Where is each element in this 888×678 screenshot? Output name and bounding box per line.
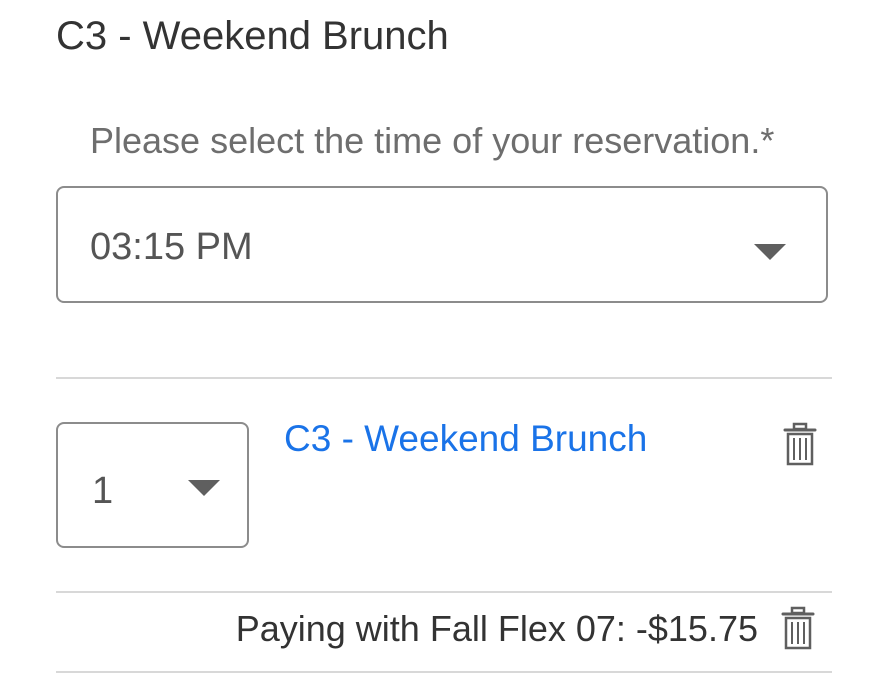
reservation-time-prompt: Please select the time of your reservati… xyxy=(90,120,775,161)
payment-line: Paying with Fall Flex 07: -$15.75 xyxy=(235,608,758,649)
divider xyxy=(56,671,832,673)
reservation-time-select[interactable]: 03:15 PM xyxy=(56,186,828,303)
page-title: C3 - Weekend Brunch xyxy=(56,14,449,58)
quantity-value: 1 xyxy=(92,470,114,512)
selected-time-value: 03:15 PM xyxy=(90,226,253,268)
trash-icon[interactable] xyxy=(780,606,816,650)
quantity-select[interactable]: 1 xyxy=(56,422,249,548)
chevron-down-icon xyxy=(188,480,220,496)
cart-item-link[interactable]: C3 - Weekend Brunch xyxy=(284,414,647,464)
chevron-down-icon xyxy=(754,244,786,260)
divider xyxy=(56,591,832,593)
trash-icon[interactable] xyxy=(782,422,818,466)
divider xyxy=(56,377,832,379)
